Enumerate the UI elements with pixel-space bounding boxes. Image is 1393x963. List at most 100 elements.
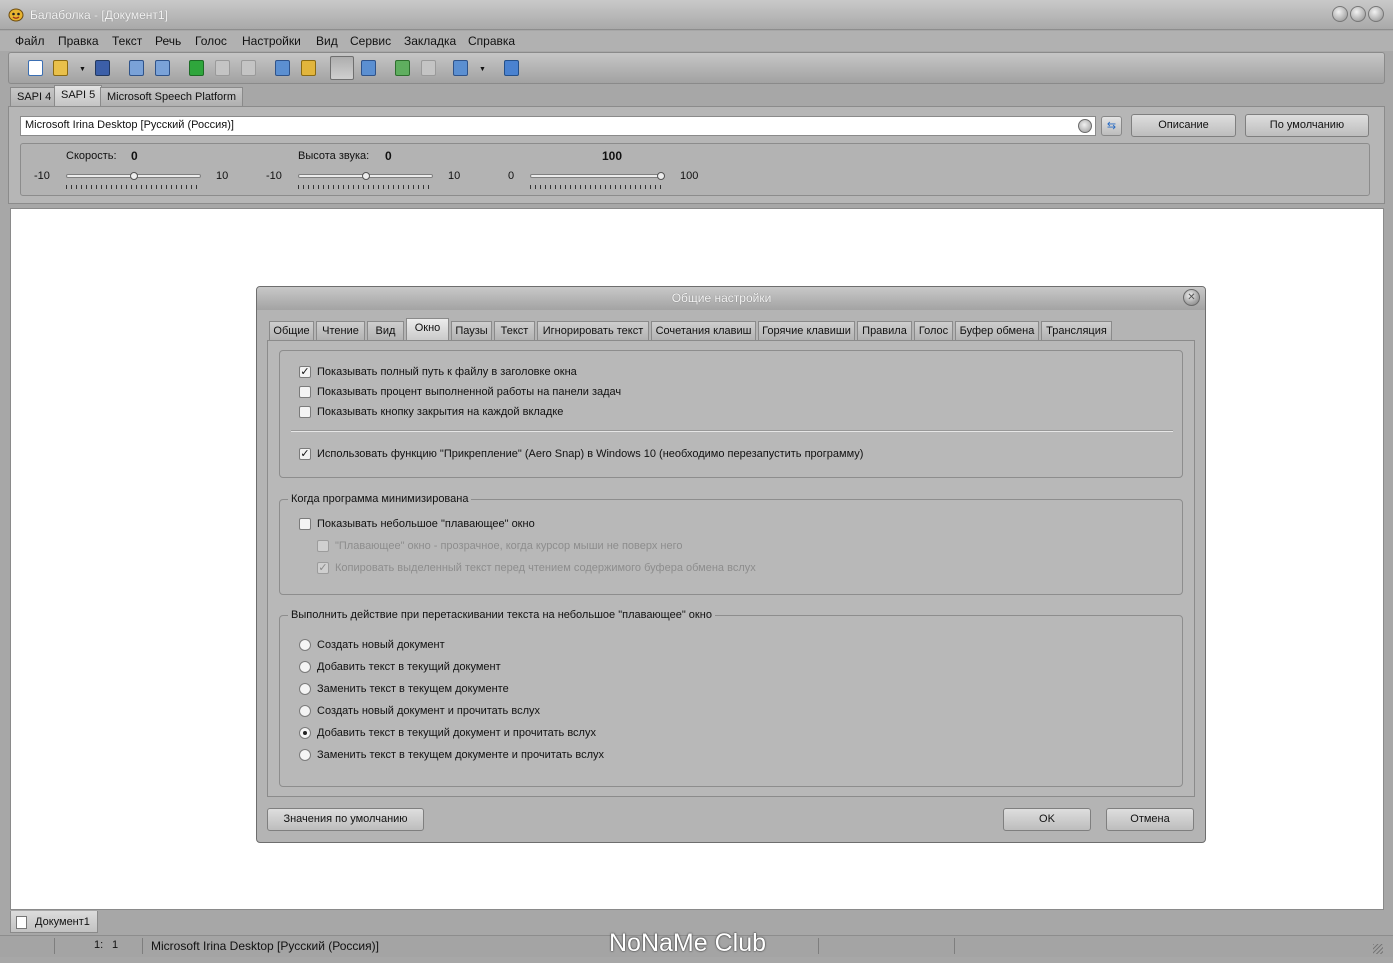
stop-icon — [241, 60, 256, 76]
menu-edit[interactable]: Правка — [58, 34, 99, 48]
status-column: 1 — [112, 939, 119, 951]
rate-slider-thumb[interactable] — [129, 172, 138, 180]
radio-append-read[interactable] — [299, 727, 311, 739]
status-separator — [54, 938, 55, 954]
radio-create-read-label: Создать новый документ и прочитать вслух — [317, 705, 540, 717]
radio-create-new-label: Создать новый документ — [317, 639, 445, 651]
tab-rules[interactable]: Правила — [857, 321, 912, 340]
radio-create-read[interactable] — [299, 705, 311, 717]
dictionary-icon[interactable] — [361, 60, 376, 76]
pitch-value: 0 — [385, 149, 392, 163]
tab-sapi5[interactable]: SAPI 5 — [54, 85, 103, 106]
status-separator — [818, 938, 819, 954]
split-icon[interactable] — [453, 60, 468, 76]
tab-ms-speech-platform[interactable]: Microsoft Speech Platform — [100, 87, 243, 106]
voice-select[interactable]: Microsoft Irina Desktop [Русский (Россия… — [20, 116, 1096, 136]
maximize-button[interactable] — [1350, 6, 1366, 22]
minimize-button[interactable] — [1332, 6, 1348, 22]
tab-sapi4[interactable]: SAPI 4 — [10, 87, 59, 106]
show-floating-window-checkbox[interactable] — [299, 518, 311, 530]
show-tab-close-checkbox[interactable] — [299, 406, 311, 418]
menu-view[interactable]: Вид — [316, 34, 338, 48]
transparent-floating-checkbox — [317, 540, 329, 552]
show-taskbar-progress-checkbox[interactable] — [299, 386, 311, 398]
show-full-path-checkbox[interactable]: ✓ — [299, 366, 311, 378]
copy-selected-label: Копировать выделенный текст перед чтение… — [335, 562, 756, 574]
ok-button[interactable]: OK — [1003, 808, 1091, 831]
radio-append[interactable] — [299, 661, 311, 673]
tab-reading[interactable]: Чтение — [316, 321, 365, 340]
close-window-button[interactable] — [1368, 6, 1384, 22]
rate-value: 0 — [131, 149, 138, 163]
menu-text[interactable]: Текст — [112, 34, 142, 48]
volume-value: 100 — [602, 149, 623, 163]
clipboard-reader-icon[interactable] — [330, 56, 354, 80]
radio-selected-dot — [303, 731, 307, 735]
radio-replace[interactable] — [299, 683, 311, 695]
open-dropdown-icon[interactable]: ▼ — [79, 66, 86, 73]
menu-settings[interactable]: Настройки — [242, 34, 301, 48]
radio-append-label: Добавить текст в текущий документ — [317, 661, 501, 673]
copy-icon[interactable] — [129, 60, 144, 76]
status-line: 1: — [94, 939, 104, 951]
voice-description-button[interactable]: Описание — [1131, 114, 1236, 137]
tab-shortcuts[interactable]: Сочетания клавиш — [651, 321, 756, 340]
tab-voice[interactable]: Голос — [914, 321, 953, 340]
pause-icon — [215, 60, 230, 76]
resize-grip-icon[interactable] — [1373, 944, 1383, 954]
new-document-icon[interactable] — [28, 60, 43, 76]
volume-slider[interactable] — [530, 174, 665, 178]
status-separator — [954, 938, 955, 954]
help-icon[interactable] — [504, 60, 519, 76]
tab-view[interactable]: Вид — [367, 321, 404, 340]
transparent-floating-label: "Плавающее" окно - прозрачное, когда кур… — [335, 540, 683, 552]
radio-replace-read-label: Заменить текст в текущем документе и про… — [317, 749, 605, 761]
tab-hotkeys[interactable]: Горячие клавиши — [758, 321, 855, 340]
menu-tools[interactable]: Сервис — [350, 34, 391, 48]
copy-selected-checkbox: ✓ — [317, 562, 329, 574]
export-audio-icon[interactable] — [275, 60, 290, 76]
drag-action-group-title: Выполнить действие при перетаскивании те… — [288, 609, 715, 621]
paste-icon[interactable] — [155, 60, 170, 76]
radio-create-new[interactable] — [299, 639, 311, 651]
toolbar: ▼ ▼ — [8, 52, 1385, 84]
aero-snap-checkbox[interactable]: ✓ — [299, 448, 311, 460]
pitch-slider-thumb[interactable] — [361, 172, 370, 180]
cancel-button[interactable]: Отмена — [1106, 808, 1194, 831]
window-title: Балаболка - [Документ1] — [30, 8, 168, 22]
tab-text[interactable]: Текст — [494, 321, 535, 340]
menu-speech[interactable]: Речь — [155, 34, 181, 48]
batch-convert-icon[interactable] — [301, 60, 316, 76]
menu-bookmark[interactable]: Закладка — [404, 34, 456, 48]
refresh-voices-icon[interactable]: ⇆ — [1101, 116, 1122, 136]
save-icon[interactable] — [95, 60, 110, 76]
tab-broadcast[interactable]: Трансляция — [1041, 321, 1112, 340]
menu-voice[interactable]: Голос — [195, 34, 227, 48]
tab-ignore-text[interactable]: Игнорировать текст — [537, 321, 649, 340]
tab-window[interactable]: Окно — [406, 318, 449, 340]
dialog-close-icon[interactable]: ✕ — [1183, 289, 1200, 306]
watermark: NoNaMe Club — [609, 929, 767, 957]
play-icon[interactable] — [189, 60, 204, 76]
menu-help[interactable]: Справка — [468, 34, 515, 48]
radio-replace-read[interactable] — [299, 749, 311, 761]
tab-general[interactable]: Общие — [269, 321, 314, 340]
spell-check-icon[interactable] — [395, 60, 410, 76]
show-floating-window-label: Показывать небольшое "плавающее" окно — [317, 518, 535, 530]
tab-pauses[interactable]: Паузы — [451, 321, 492, 340]
split-dropdown-icon[interactable]: ▼ — [479, 66, 486, 73]
menu-file[interactable]: Файл — [15, 34, 45, 48]
status-voice: Microsoft Irina Desktop [Русский (Россия… — [151, 939, 379, 953]
rate-max: 10 — [216, 170, 229, 182]
tab-clipboard[interactable]: Буфер обмена — [955, 321, 1039, 340]
open-folder-icon[interactable] — [53, 60, 68, 76]
chevron-down-icon[interactable] — [1078, 119, 1092, 133]
menu-bar: Файл Правка Текст Речь Голос Настройки В… — [0, 31, 1393, 51]
volume-slider-thumb[interactable] — [657, 172, 665, 180]
document-tab-label: Документ1 — [35, 916, 90, 928]
rate-ticks — [66, 185, 201, 189]
restore-defaults-button[interactable]: Значения по умолчанию — [267, 808, 424, 831]
voice-default-button[interactable]: По умолчанию — [1245, 114, 1369, 137]
show-taskbar-progress-label: Показывать процент выполненной работы на… — [317, 386, 622, 398]
pitch-ticks — [298, 185, 433, 189]
